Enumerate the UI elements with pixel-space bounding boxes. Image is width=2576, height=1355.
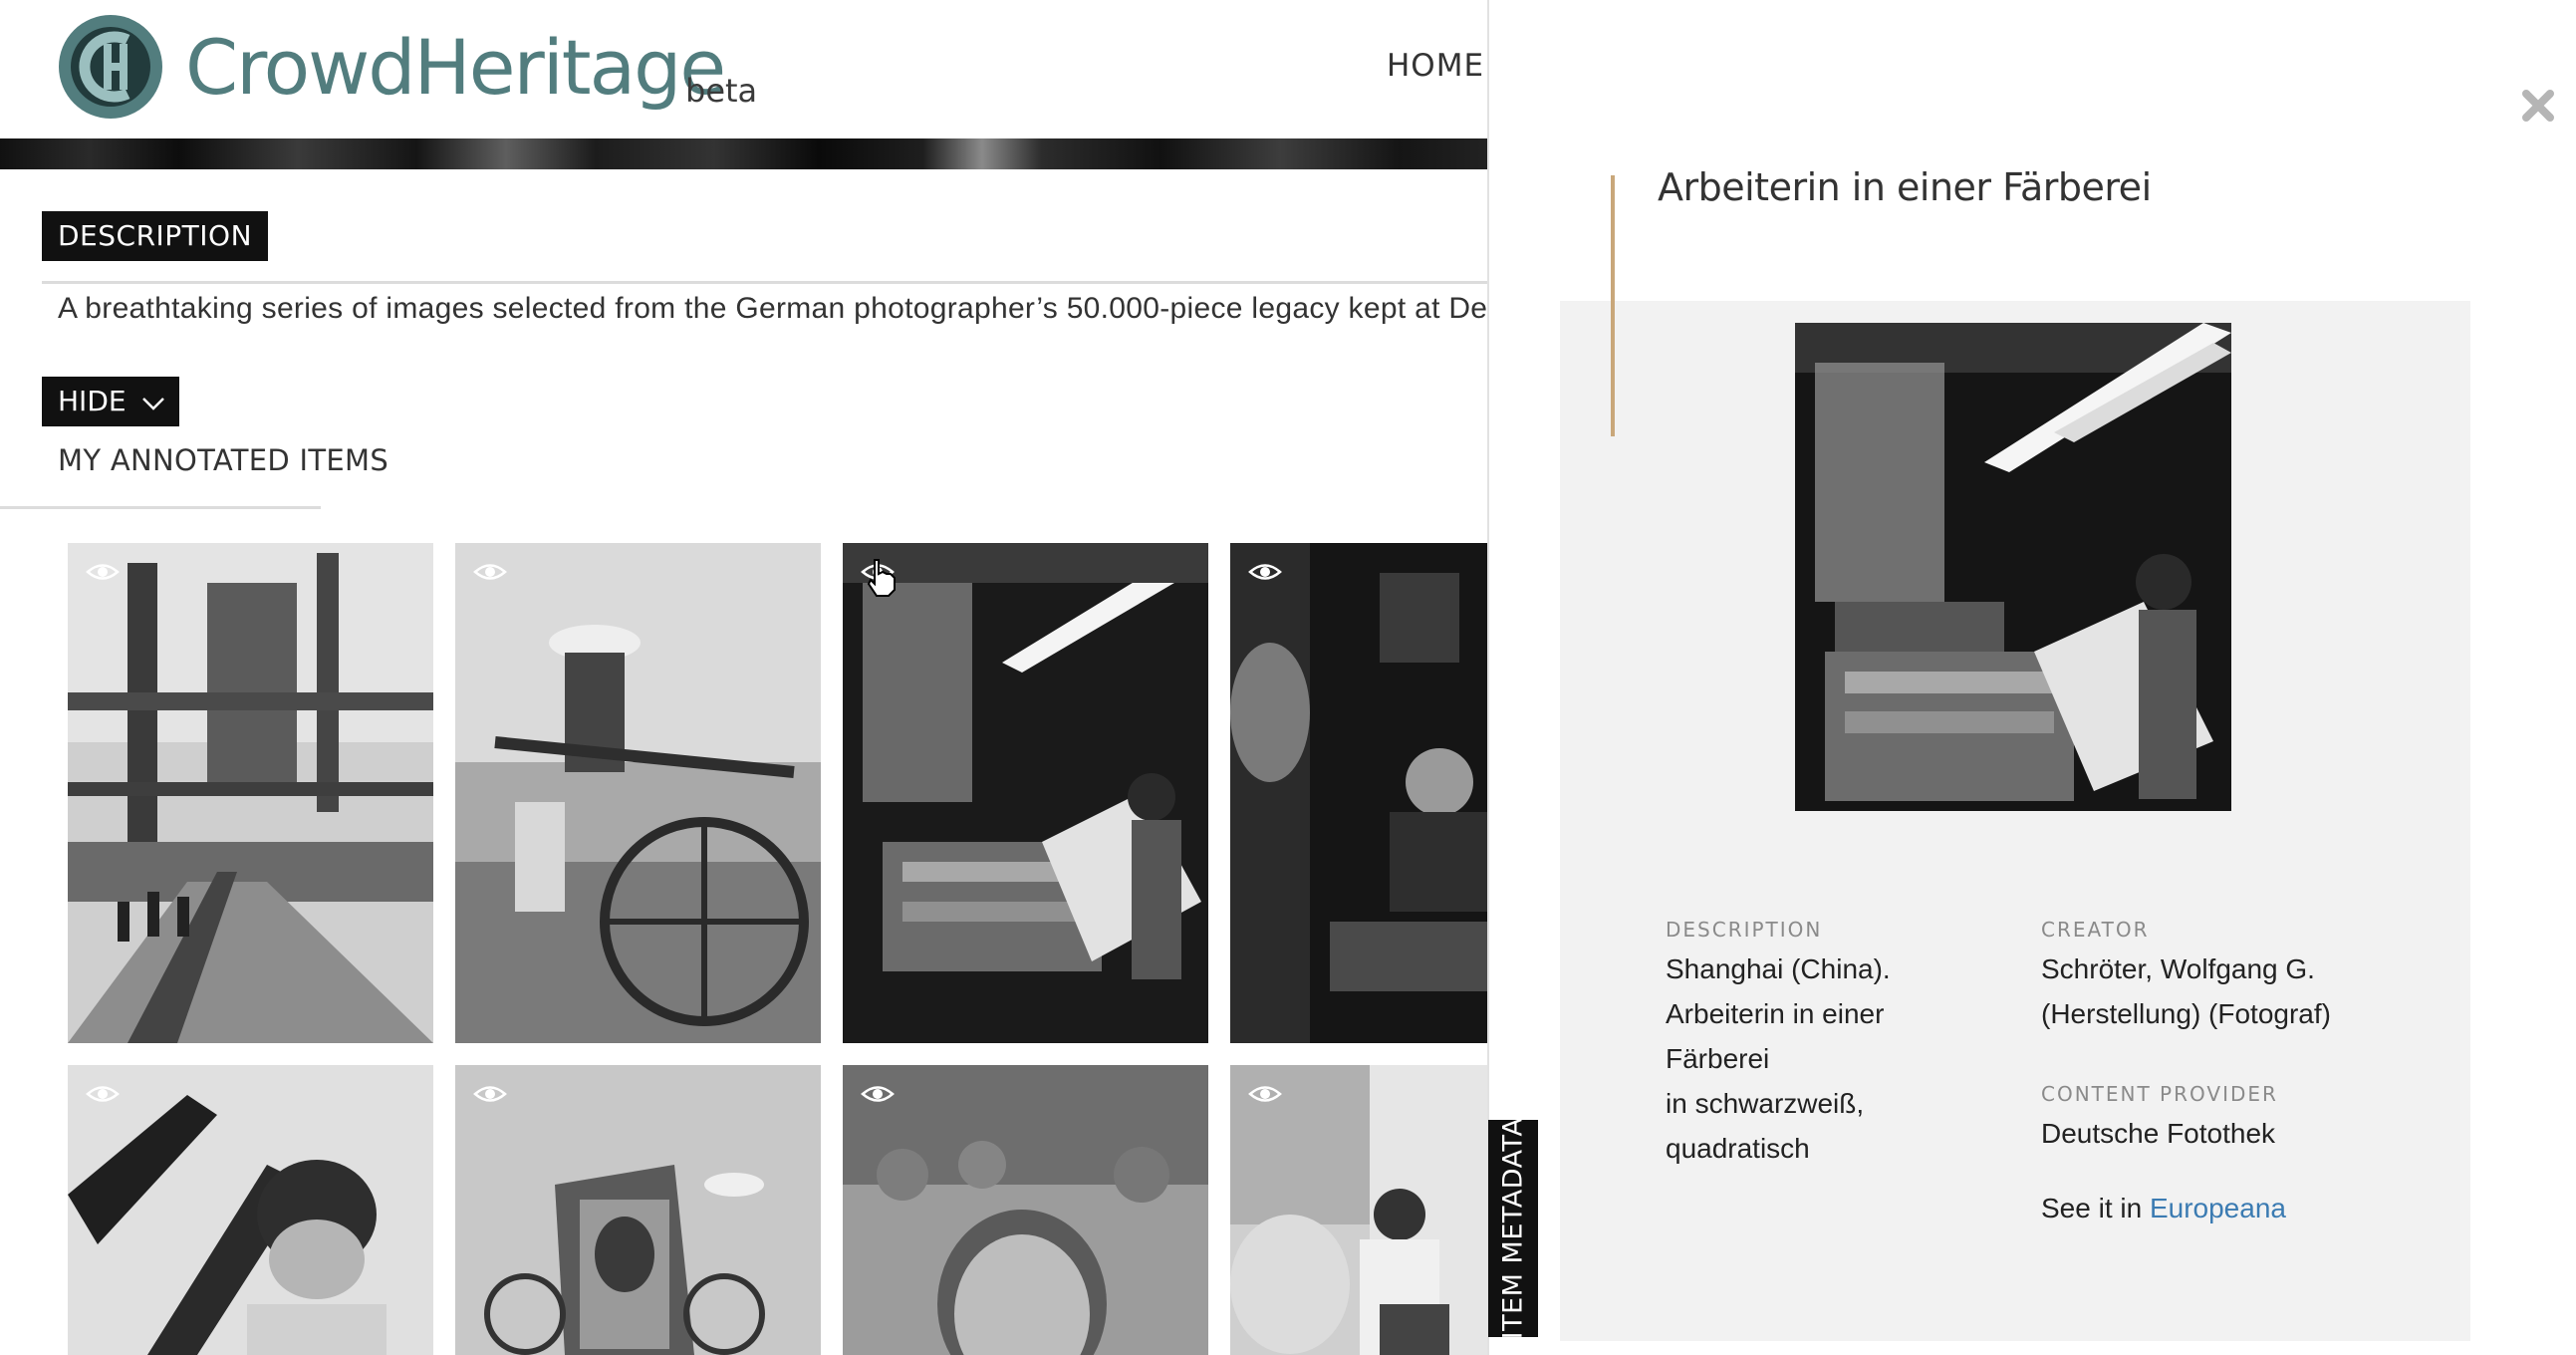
close-icon[interactable] (2520, 88, 2556, 124)
description-label: DESCRIPTION (42, 211, 269, 261)
creator-meta-line: Schröter, Wolfgang G. (2041, 953, 2315, 984)
eye-icon[interactable] (861, 1081, 895, 1107)
hide-toggle-button[interactable]: HIDE (42, 377, 179, 426)
item-thumbnail (68, 543, 433, 1043)
description-meta-line: Färberei (1666, 1043, 1770, 1074)
chevron-down-icon (142, 398, 164, 410)
eye-icon[interactable] (1248, 559, 1282, 585)
europeana-link[interactable]: Europeana (2150, 1193, 2286, 1223)
grid-item-1[interactable] (68, 543, 433, 1043)
grid-item-5[interactable] (68, 1065, 433, 1355)
description-meta-line: in schwarzweiß, (1666, 1088, 1865, 1119)
grid-item-8[interactable] (1230, 1065, 1488, 1355)
item-metadata-tab[interactable]: ITEM METADATA (1488, 1117, 1538, 1340)
grid-item-3[interactable] (843, 543, 1208, 1043)
brand-name[interactable]: CrowdHeritage (185, 18, 726, 118)
item-thumbnail (843, 1065, 1208, 1355)
content-provider-value: Deutsche Fotothek (2041, 1118, 2276, 1149)
item-metadata-tab-label: ITEM METADATA (1497, 1117, 1529, 1340)
eye-icon[interactable] (86, 1081, 120, 1107)
eye-icon[interactable] (473, 1081, 507, 1107)
item-title: Arbeiterin in einer Färberei (1658, 165, 2152, 209)
site-header: CrowdHeritage beta HOME (0, 0, 1488, 138)
hide-toggle-label: HIDE (58, 385, 127, 417)
item-thumbnail (68, 1065, 433, 1355)
item-thumbnail (455, 1065, 821, 1355)
grid-item-4[interactable] (1230, 543, 1488, 1043)
item-thumbnail (1230, 543, 1488, 1043)
creator-meta-line: (Herstellung) (Fotograf) (2041, 998, 2331, 1029)
item-main-image[interactable] (1795, 323, 2231, 811)
tab-underline (0, 506, 321, 509)
description-meta-line: Shanghai (China). (1666, 953, 1891, 984)
pointer-hand-cursor-icon (867, 559, 896, 597)
tab-my-annotated-items[interactable]: MY ANNOTATED ITEMS (58, 443, 388, 477)
content-provider-label: CONTENT PROVIDER (2041, 1082, 2278, 1106)
eye-icon[interactable] (473, 559, 507, 585)
crowdheritage-logo-icon[interactable] (58, 14, 163, 120)
item-thumbnail (1230, 1065, 1488, 1355)
description-meta-line: quadratisch (1666, 1133, 1810, 1164)
description-meta-line: Arbeiterin in einer (1666, 998, 1885, 1029)
description-meta-label: DESCRIPTION (1666, 918, 1823, 942)
brand-beta-tag: beta (685, 72, 758, 110)
description-text: A breathtaking series of images selected… (58, 292, 1488, 325)
collection-banner-image (0, 138, 1488, 169)
grid-item-7[interactable] (843, 1065, 1208, 1355)
grid-item-6[interactable] (455, 1065, 821, 1355)
grid-item-2[interactable] (455, 543, 821, 1043)
item-thumbnail (843, 543, 1208, 1043)
nav-home-link[interactable]: HOME (1387, 48, 1484, 84)
creator-meta-label: CREATOR (2041, 918, 2150, 942)
eye-icon[interactable] (86, 559, 120, 585)
item-thumbnail (455, 543, 821, 1043)
see-it-in-prefix: See it in (2041, 1193, 2143, 1223)
see-it-in-line: See it in Europeana (2041, 1186, 2286, 1230)
eye-icon[interactable] (1248, 1081, 1282, 1107)
title-accent-bar (1611, 175, 1615, 436)
description-divider (42, 281, 1488, 284)
